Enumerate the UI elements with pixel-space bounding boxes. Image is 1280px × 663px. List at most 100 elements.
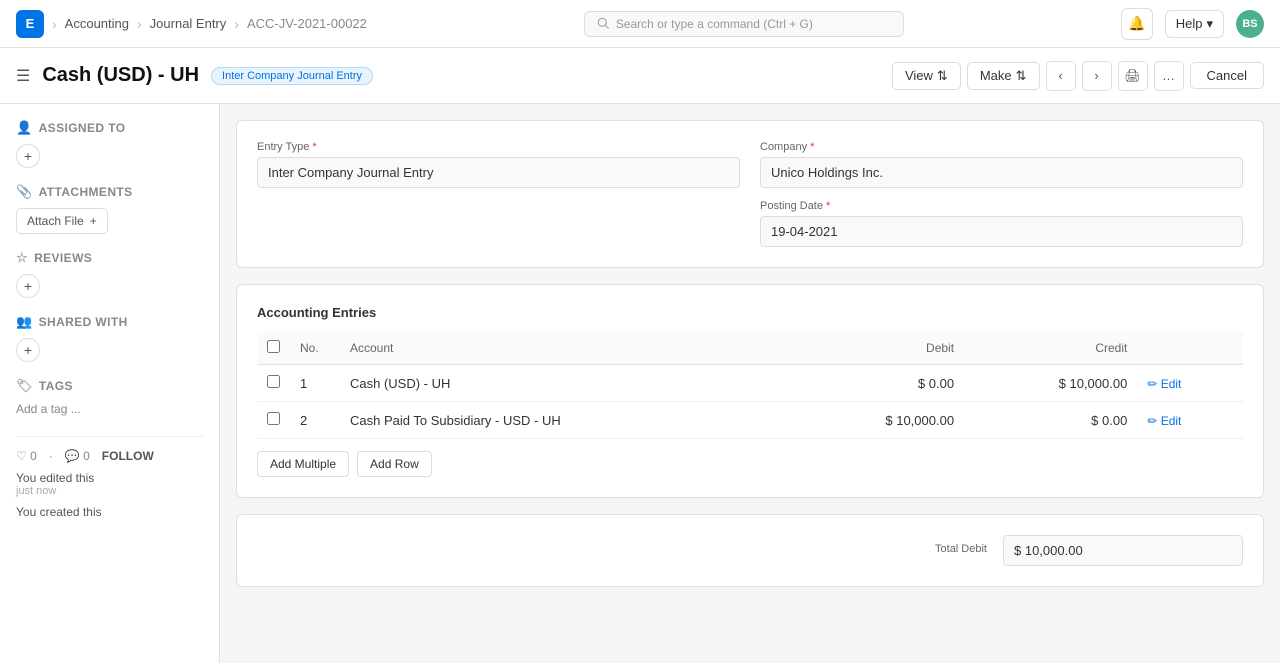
assigned-to-add-button[interactable]: + — [16, 144, 40, 168]
likes-count: 0 — [30, 449, 37, 463]
next-button[interactable]: › — [1082, 61, 1112, 91]
reviews-icon: ☆ — [16, 250, 28, 266]
sep3: › — [234, 16, 239, 32]
add-tag-link[interactable]: Add a tag ... — [16, 402, 203, 416]
crumb-accounting[interactable]: Accounting — [65, 16, 129, 31]
entry-type-input[interactable] — [257, 157, 740, 188]
company-group: Company * Posting Date * — [760, 141, 1243, 247]
posting-date-input[interactable] — [760, 216, 1243, 247]
company-input[interactable] — [760, 157, 1243, 188]
add-multiple-button[interactable]: Add Multiple — [257, 451, 349, 477]
activity-text-1: You edited this — [16, 471, 203, 485]
select-all-checkbox[interactable] — [267, 340, 280, 353]
likes-area: ♡ 0 — [16, 449, 37, 463]
activity-you-edited: You edited this just now — [16, 471, 203, 497]
search-icon — [597, 17, 610, 30]
attach-file-label: Attach File — [27, 214, 84, 228]
sep1: › — [52, 16, 57, 32]
follow-button[interactable]: FOLLOW — [102, 449, 154, 463]
comments-count: 0 — [83, 449, 90, 463]
app-icon[interactable]: E — [16, 10, 44, 38]
row-credit-1: $ 10,000.00 — [964, 365, 1137, 402]
row-checkbox-1[interactable] — [267, 375, 280, 388]
posting-date-label: Posting Date * — [760, 200, 1243, 212]
col-account: Account — [340, 332, 791, 365]
attachments-label: Attachments — [39, 185, 133, 199]
reviews-add-button[interactable]: + — [16, 274, 40, 298]
total-debit-label: Total Debit — [935, 543, 987, 555]
add-row-button[interactable]: Add Row — [357, 451, 432, 477]
page-title: Cash (USD) - UH — [42, 64, 199, 87]
more-button[interactable]: … — [1154, 61, 1184, 91]
entry-type-group: Entry Type * — [257, 141, 740, 247]
activity-time-1: just now — [16, 485, 203, 497]
row-credit-2: $ 0.00 — [964, 402, 1137, 439]
row-account-1: Cash (USD) - UH — [340, 365, 791, 402]
attach-plus-icon: + — [90, 214, 97, 228]
search-bar[interactable]: Search or type a command (Ctrl + G) — [584, 11, 904, 37]
assigned-to-section: 👤 Assigned To + — [16, 120, 203, 168]
posting-date-required: * — [826, 200, 830, 212]
crumb-journal-entry[interactable]: Journal Entry — [150, 16, 227, 31]
tags-icon: 🏷 — [16, 378, 33, 394]
hamburger-icon[interactable]: ☰ — [16, 66, 30, 86]
make-button[interactable]: Make ⇅ — [967, 62, 1040, 90]
page-header-right: View ⇅ Make ⇅ ‹ › 🖨 … Cancel — [892, 61, 1264, 91]
top-nav: E › Accounting › Journal Entry › ACC-JV-… — [0, 0, 1280, 48]
help-button[interactable]: Help ▾ — [1165, 10, 1224, 38]
sidebar-footer: ♡ 0 · 💬 0 FOLLOW You edited this just no… — [16, 436, 203, 519]
activity-text-2: You created this — [16, 505, 203, 519]
col-no: No. — [290, 332, 340, 365]
row-checkbox-cell — [257, 365, 290, 402]
tags-label: Tags — [39, 379, 73, 393]
search-area: Search or type a command (Ctrl + G) — [367, 11, 1121, 37]
row-no-2: 2 — [290, 402, 340, 439]
activity-you-created: You created this — [16, 505, 203, 519]
reviews-label: Reviews — [34, 251, 92, 265]
tags-section: 🏷 Tags Add a tag ... — [16, 378, 203, 416]
shared-with-section: 👥 Shared With + — [16, 314, 203, 362]
heart-icon: ♡ — [16, 449, 27, 463]
assigned-to-icon: 👤 — [16, 120, 33, 136]
make-chevron-icon: ⇅ — [1016, 68, 1027, 84]
breadcrumb-area: E › Accounting › Journal Entry › ACC-JV-… — [16, 10, 367, 38]
attach-file-button[interactable]: Attach File + — [16, 208, 108, 234]
accounting-entries-title: Accounting Entries — [257, 305, 1243, 320]
table-actions: Add Multiple Add Row — [257, 451, 1243, 477]
avatar[interactable]: BS — [1236, 10, 1264, 38]
reviews-section: ☆ Reviews + — [16, 250, 203, 298]
view-chevron-icon: ⇅ — [937, 68, 948, 84]
main-content: Entry Type * Company * Posting Date * — [220, 104, 1280, 663]
shared-with-add-button[interactable]: + — [16, 338, 40, 362]
edit-button-1[interactable]: ✏ Edit — [1147, 377, 1181, 391]
main-layout: 👤 Assigned To + 📎 Attachments Attach Fil… — [0, 104, 1280, 663]
form-card: Entry Type * Company * Posting Date * — [236, 120, 1264, 268]
accounting-entries-card: Accounting Entries No. Account Debit Cre… — [236, 284, 1264, 498]
entry-type-required: * — [312, 141, 316, 153]
edit-button-2[interactable]: ✏ Edit — [1147, 414, 1181, 428]
shared-with-label: Shared With — [39, 315, 128, 329]
total-debit-input — [1003, 535, 1243, 566]
view-button[interactable]: View ⇅ — [892, 62, 961, 90]
company-label: Company * — [760, 141, 1243, 153]
row-edit-2: ✏ Edit — [1137, 402, 1243, 439]
col-checkbox — [257, 332, 290, 365]
notifications-button[interactable]: 🔔 — [1121, 8, 1153, 40]
table-row: 2 Cash Paid To Subsidiary - USD - UH $ 1… — [257, 402, 1243, 439]
row-no-1: 1 — [290, 365, 340, 402]
prev-button[interactable]: ‹ — [1046, 61, 1076, 91]
crumb-doc-id: ACC-JV-2021-00022 — [247, 16, 367, 31]
row-debit-1: $ 0.00 — [791, 365, 964, 402]
col-actions — [1137, 332, 1243, 365]
sidebar: 👤 Assigned To + 📎 Attachments Attach Fil… — [0, 104, 220, 663]
comment-icon: 💬 — [65, 449, 80, 463]
company-required: * — [810, 141, 814, 153]
totals-card: Total Debit — [236, 514, 1264, 587]
col-debit: Debit — [791, 332, 964, 365]
topnav-right: 🔔 Help ▾ BS — [1121, 8, 1264, 40]
print-button[interactable]: 🖨 — [1118, 61, 1148, 91]
row-checkbox-2[interactable] — [267, 412, 280, 425]
attachments-section: 📎 Attachments Attach File + — [16, 184, 203, 234]
search-placeholder: Search or type a command (Ctrl + G) — [616, 17, 813, 31]
cancel-button[interactable]: Cancel — [1190, 62, 1264, 89]
